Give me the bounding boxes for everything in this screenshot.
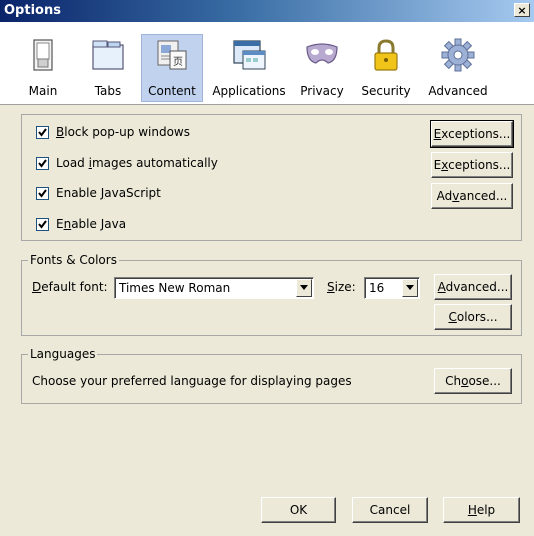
tabs-icon [92, 40, 124, 70]
block-popups-checkbox[interactable] [36, 126, 49, 139]
enable-javascript-checkbox-row[interactable]: Enable JavaScript [36, 186, 336, 204]
svg-text:页: 页 [173, 56, 183, 68]
block-popups-checkbox-row[interactable]: Block pop-up windows [36, 125, 336, 143]
load-images-checkbox-row[interactable]: Load images automatically [36, 156, 336, 174]
languages-group: Languages Choose your preferred language… [21, 347, 522, 404]
images-exceptions-button[interactable]: Exceptions... [431, 152, 513, 178]
default-font-label: Default font: [32, 280, 108, 294]
fonts-colors-legend: Fonts & Colors [28, 253, 119, 267]
tab-main[interactable]: Main [16, 35, 70, 101]
tab-privacy[interactable]: Privacy [294, 35, 350, 101]
languages-legend: Languages [28, 347, 98, 361]
colors-button[interactable]: Colors... [434, 304, 512, 330]
size-label: Size: [327, 280, 356, 294]
content-settings-group: Block pop-up windows Exceptions... Load … [21, 114, 522, 241]
tab-main-label: Main [28, 84, 58, 98]
tab-applications[interactable]: Applications [210, 35, 288, 101]
enable-java-checkbox-row[interactable]: Enable Java [36, 217, 336, 235]
tab-security[interactable]: Security [358, 35, 414, 101]
tab-tabs-label: Tabs [94, 84, 122, 98]
font-size-value: 16 [369, 281, 385, 295]
enable-java-checkbox[interactable] [36, 218, 49, 231]
close-icon: × [517, 4, 527, 17]
applications-icon [233, 40, 266, 70]
choose-language-button[interactable]: Choose... [434, 368, 512, 394]
tab-advanced-label: Advanced [428, 84, 488, 98]
tab-content-label: Content [148, 84, 196, 98]
default-font-select[interactable]: Times New Roman [114, 277, 314, 299]
content-icon: 页 [157, 40, 187, 70]
languages-description: Choose your preferred language for displ… [32, 374, 352, 388]
enable-java-label: Enable Java [56, 217, 127, 231]
popup-exceptions-button[interactable]: Exceptions... [430, 120, 514, 148]
javascript-advanced-button[interactable]: Advanced... [431, 183, 513, 209]
fonts-advanced-button[interactable]: Advanced... [434, 274, 512, 300]
chevron-down-icon [406, 285, 414, 290]
tab-advanced[interactable]: Advanced [422, 35, 494, 101]
default-font-value: Times New Roman [119, 281, 231, 295]
tab-applications-label: Applications [212, 84, 286, 98]
cancel-button[interactable]: Cancel [352, 497, 428, 523]
lock-icon [374, 39, 398, 71]
switch-icon [33, 39, 53, 71]
gear-icon [441, 38, 475, 72]
default-font-dropdown-button[interactable] [296, 279, 312, 297]
enable-javascript-label: Enable JavaScript [56, 186, 161, 200]
load-images-checkbox[interactable] [36, 157, 49, 170]
tab-privacy-label: Privacy [300, 84, 344, 98]
load-images-label: Load images automatically [56, 156, 218, 170]
font-size-select[interactable]: 16 [364, 277, 420, 299]
check-icon [38, 220, 47, 229]
category-toolbar: Main Tabs 页 Content Applications Privacy… [0, 22, 534, 105]
tab-content[interactable]: 页 Content [141, 34, 203, 102]
window-title: Options [4, 3, 61, 18]
font-size-dropdown-button[interactable] [402, 279, 418, 297]
chevron-down-icon [300, 285, 308, 290]
mask-icon [306, 43, 338, 64]
enable-javascript-checkbox[interactable] [36, 187, 49, 200]
title-bar: Options × [0, 0, 534, 22]
block-popups-label: Block pop-up windows [56, 125, 190, 139]
fonts-colors-group: Fonts & Colors Default font: Times New R… [21, 253, 522, 336]
close-button[interactable]: × [514, 3, 530, 17]
help-button[interactable]: Help [443, 497, 520, 523]
ok-button[interactable]: OK [261, 497, 336, 523]
check-icon [38, 189, 47, 198]
tab-security-label: Security [361, 84, 411, 98]
check-icon [38, 128, 47, 137]
check-icon [38, 159, 47, 168]
tab-tabs[interactable]: Tabs [82, 35, 134, 101]
